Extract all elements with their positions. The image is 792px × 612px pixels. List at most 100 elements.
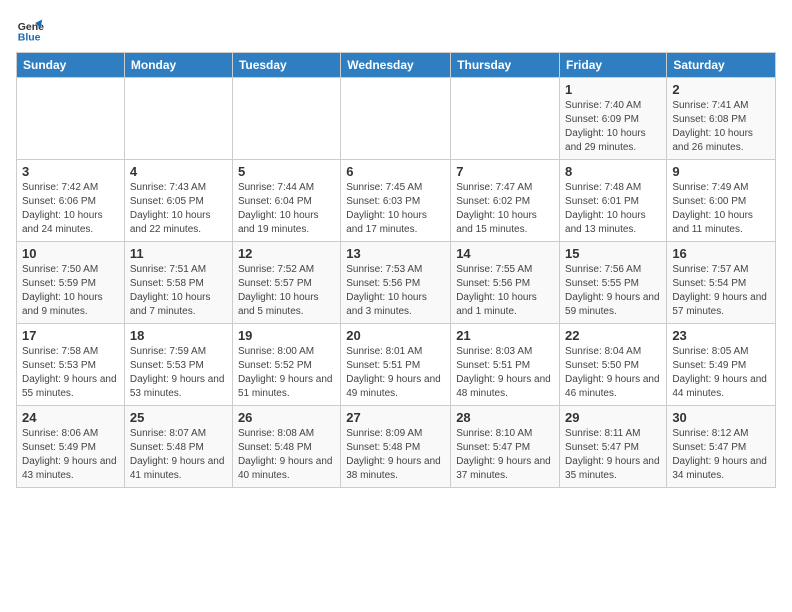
day-info: Sunrise: 8:01 AMSunset: 5:51 PMDaylight:… — [346, 345, 445, 401]
calendar-cell: 30Sunrise: 8:12 AMSunset: 5:47 PMDayligh… — [667, 406, 776, 488]
day-info-line: Daylight: 10 hours and 22 minutes. — [130, 210, 211, 235]
header-row: SundayMondayTuesdayWednesdayThursdayFrid… — [17, 53, 776, 78]
day-number: 22 — [565, 328, 661, 343]
day-info: Sunrise: 7:56 AM Sunset: 5:55 PM Daylight:… — [565, 263, 661, 319]
calendar-cell: 10Sunrise: 7:50 AMSunset: 5:59 PMDayligh… — [17, 242, 125, 324]
day-number: 30 — [672, 410, 770, 425]
day-info-line: Sunset: 5:50 PM — [565, 360, 639, 371]
day-number: 16 — [672, 246, 770, 261]
day-info: Sunrise: 8:05 AMSunset: 5:49 PMDaylight:… — [672, 345, 770, 401]
day-info-line: Daylight: 9 hours and 59 minutes. — [565, 292, 660, 317]
calendar-cell: 3Sunrise: 7:42 AMSunset: 6:06 PMDaylight… — [17, 160, 125, 242]
logo: General Blue — [16, 16, 48, 44]
logo-icon: General Blue — [16, 16, 44, 44]
day-number: 11 — [130, 246, 227, 261]
day-info: Sunrise: 7:59 AMSunset: 5:53 PMDaylight:… — [130, 345, 227, 401]
day-info: Sunrise: 8:09 AMSunset: 5:48 PMDaylight:… — [346, 427, 445, 483]
calendar-cell: 14Sunrise: 7:55 AMSunset: 5:56 PMDayligh… — [451, 242, 560, 324]
day-number: 25 — [130, 410, 227, 425]
weekday-header: Friday — [560, 53, 667, 78]
weekday-header: Monday — [124, 53, 232, 78]
day-info: Sunrise: 7:44 AMSunset: 6:04 PMDaylight:… — [238, 181, 335, 237]
day-number: 3 — [22, 164, 119, 179]
day-info-line: Sunset: 5:47 PM — [565, 442, 639, 453]
day-info-line: Sunrise: 8:12 AM — [672, 428, 748, 439]
day-info-line: Sunrise: 7:56 AM — [565, 264, 641, 275]
day-info-line: Sunrise: 7:47 AM — [456, 182, 532, 193]
day-info-line: Sunset: 5:52 PM — [238, 360, 312, 371]
day-info-line: Daylight: 9 hours and 48 minutes. — [456, 374, 551, 399]
day-info: Sunrise: 8:04 AMSunset: 5:50 PMDaylight:… — [565, 345, 661, 401]
day-info-line: Sunset: 5:53 PM — [22, 360, 96, 371]
calendar-cell: 29Sunrise: 8:11 AMSunset: 5:47 PMDayligh… — [560, 406, 667, 488]
calendar-table: SundayMondayTuesdayWednesdayThursdayFrid… — [16, 52, 776, 488]
day-info-line: Daylight: 10 hours and 17 minutes. — [346, 210, 427, 235]
day-number: 21 — [456, 328, 554, 343]
day-info-line: Daylight: 10 hours and 24 minutes. — [22, 210, 103, 235]
calendar-cell: 7Sunrise: 7:47 AMSunset: 6:02 PMDaylight… — [451, 160, 560, 242]
day-info-line: Sunset: 5:59 PM — [22, 278, 96, 289]
day-info-line: Sunset: 6:03 PM — [346, 196, 420, 207]
day-number: 9 — [672, 164, 770, 179]
day-info-line: Sunset: 5:53 PM — [130, 360, 204, 371]
day-info: Sunrise: 7:52 AMSunset: 5:57 PMDaylight:… — [238, 263, 335, 319]
calendar-cell: 28Sunrise: 8:10 AMSunset: 5:47 PMDayligh… — [451, 406, 560, 488]
day-number: 8 — [565, 164, 661, 179]
day-info-line: Daylight: 10 hours and 5 minutes. — [238, 292, 319, 317]
day-info-line: Sunset: 5:47 PM — [672, 442, 746, 453]
calendar-cell: 15 Sunrise: 7:56 AM Sunset: 5:55 PM Dayligh… — [560, 242, 667, 324]
day-info-line: Sunset: 6:04 PM — [238, 196, 312, 207]
day-number: 29 — [565, 410, 661, 425]
day-info-line: Sunset: 5:55 PM — [565, 278, 639, 289]
day-info: Sunrise: 7:50 AMSunset: 5:59 PMDaylight:… — [22, 263, 119, 319]
calendar-cell: 1 Sunrise: 7:40 AMSunset: 6:09 PMDaylight… — [560, 78, 667, 160]
day-info-line: Sunrise: 7:48 AM — [565, 182, 641, 193]
day-info: Sunrise: 8:11 AMSunset: 5:47 PMDaylight:… — [565, 427, 661, 483]
calendar-cell: 13Sunrise: 7:53 AMSunset: 5:56 PMDayligh… — [341, 242, 451, 324]
day-info: Sunrise: 7:58 AMSunset: 5:53 PMDaylight:… — [22, 345, 119, 401]
day-number: 15 — [565, 246, 661, 261]
day-number: 1 — [565, 82, 661, 97]
day-info-line: Sunrise: 8:10 AM — [456, 428, 532, 439]
day-info-line: Sunrise: 8:07 AM — [130, 428, 206, 439]
day-info-line: Daylight: 9 hours and 55 minutes. — [22, 374, 117, 399]
day-number: 26 — [238, 410, 335, 425]
day-info-line: Sunrise: 8:11 AM — [565, 428, 640, 439]
day-info-line: Daylight: 9 hours and 53 minutes. — [130, 374, 225, 399]
day-info: Sunrise: 7:40 AMSunset: 6:09 PMDaylight:… — [565, 99, 661, 155]
day-info-line: Sunset: 6:00 PM — [672, 196, 746, 207]
svg-text:Blue: Blue — [18, 32, 41, 44]
day-info-line: Sunrise: 8:08 AM — [238, 428, 314, 439]
day-info-line: Daylight: 9 hours and 51 minutes. — [238, 374, 333, 399]
calendar-week-row: 24Sunrise: 8:06 AMSunset: 5:49 PMDayligh… — [17, 406, 776, 488]
weekday-header: Saturday — [667, 53, 776, 78]
day-info: Sunrise: 8:07 AMSunset: 5:48 PMDaylight:… — [130, 427, 227, 483]
calendar-cell: 26Sunrise: 8:08 AMSunset: 5:48 PMDayligh… — [232, 406, 340, 488]
calendar-cell: 12Sunrise: 7:52 AMSunset: 5:57 PMDayligh… — [232, 242, 340, 324]
day-number: 14 — [456, 246, 554, 261]
calendar-body: 1 Sunrise: 7:40 AMSunset: 6:09 PMDaylight… — [17, 78, 776, 488]
calendar-cell: 27Sunrise: 8:09 AMSunset: 5:48 PMDayligh… — [341, 406, 451, 488]
day-info-line: Sunset: 5:51 PM — [346, 360, 420, 371]
day-info-line: Sunset: 5:56 PM — [346, 278, 420, 289]
weekday-header: Tuesday — [232, 53, 340, 78]
day-info-line: Sunset: 6:08 PM — [672, 114, 746, 125]
day-info-line: Daylight: 10 hours and 3 minutes. — [346, 292, 427, 317]
calendar-header: SundayMondayTuesdayWednesdayThursdayFrid… — [17, 53, 776, 78]
day-info-line: Sunset: 5:49 PM — [672, 360, 746, 371]
day-info-line: Sunrise: 8:00 AM — [238, 346, 314, 357]
day-number: 18 — [130, 328, 227, 343]
day-info: Sunrise: 8:03 AMSunset: 5:51 PMDaylight:… — [456, 345, 554, 401]
day-info-line: Sunset: 5:56 PM — [456, 278, 530, 289]
calendar-cell — [451, 78, 560, 160]
day-info: Sunrise: 8:12 AMSunset: 5:47 PMDaylight:… — [672, 427, 770, 483]
calendar-week-row: 17Sunrise: 7:58 AMSunset: 5:53 PMDayligh… — [17, 324, 776, 406]
day-info-line: Sunrise: 8:01 AM — [346, 346, 422, 357]
day-info: Sunrise: 7:51 AMSunset: 5:58 PMDaylight:… — [130, 263, 227, 319]
calendar-cell — [124, 78, 232, 160]
day-info-line: Sunrise: 7:53 AM — [346, 264, 422, 275]
day-number: 4 — [130, 164, 227, 179]
day-info-line: Sunset: 6:01 PM — [565, 196, 639, 207]
day-number: 23 — [672, 328, 770, 343]
day-info-line: Sunrise: 7:43 AM — [130, 182, 206, 193]
